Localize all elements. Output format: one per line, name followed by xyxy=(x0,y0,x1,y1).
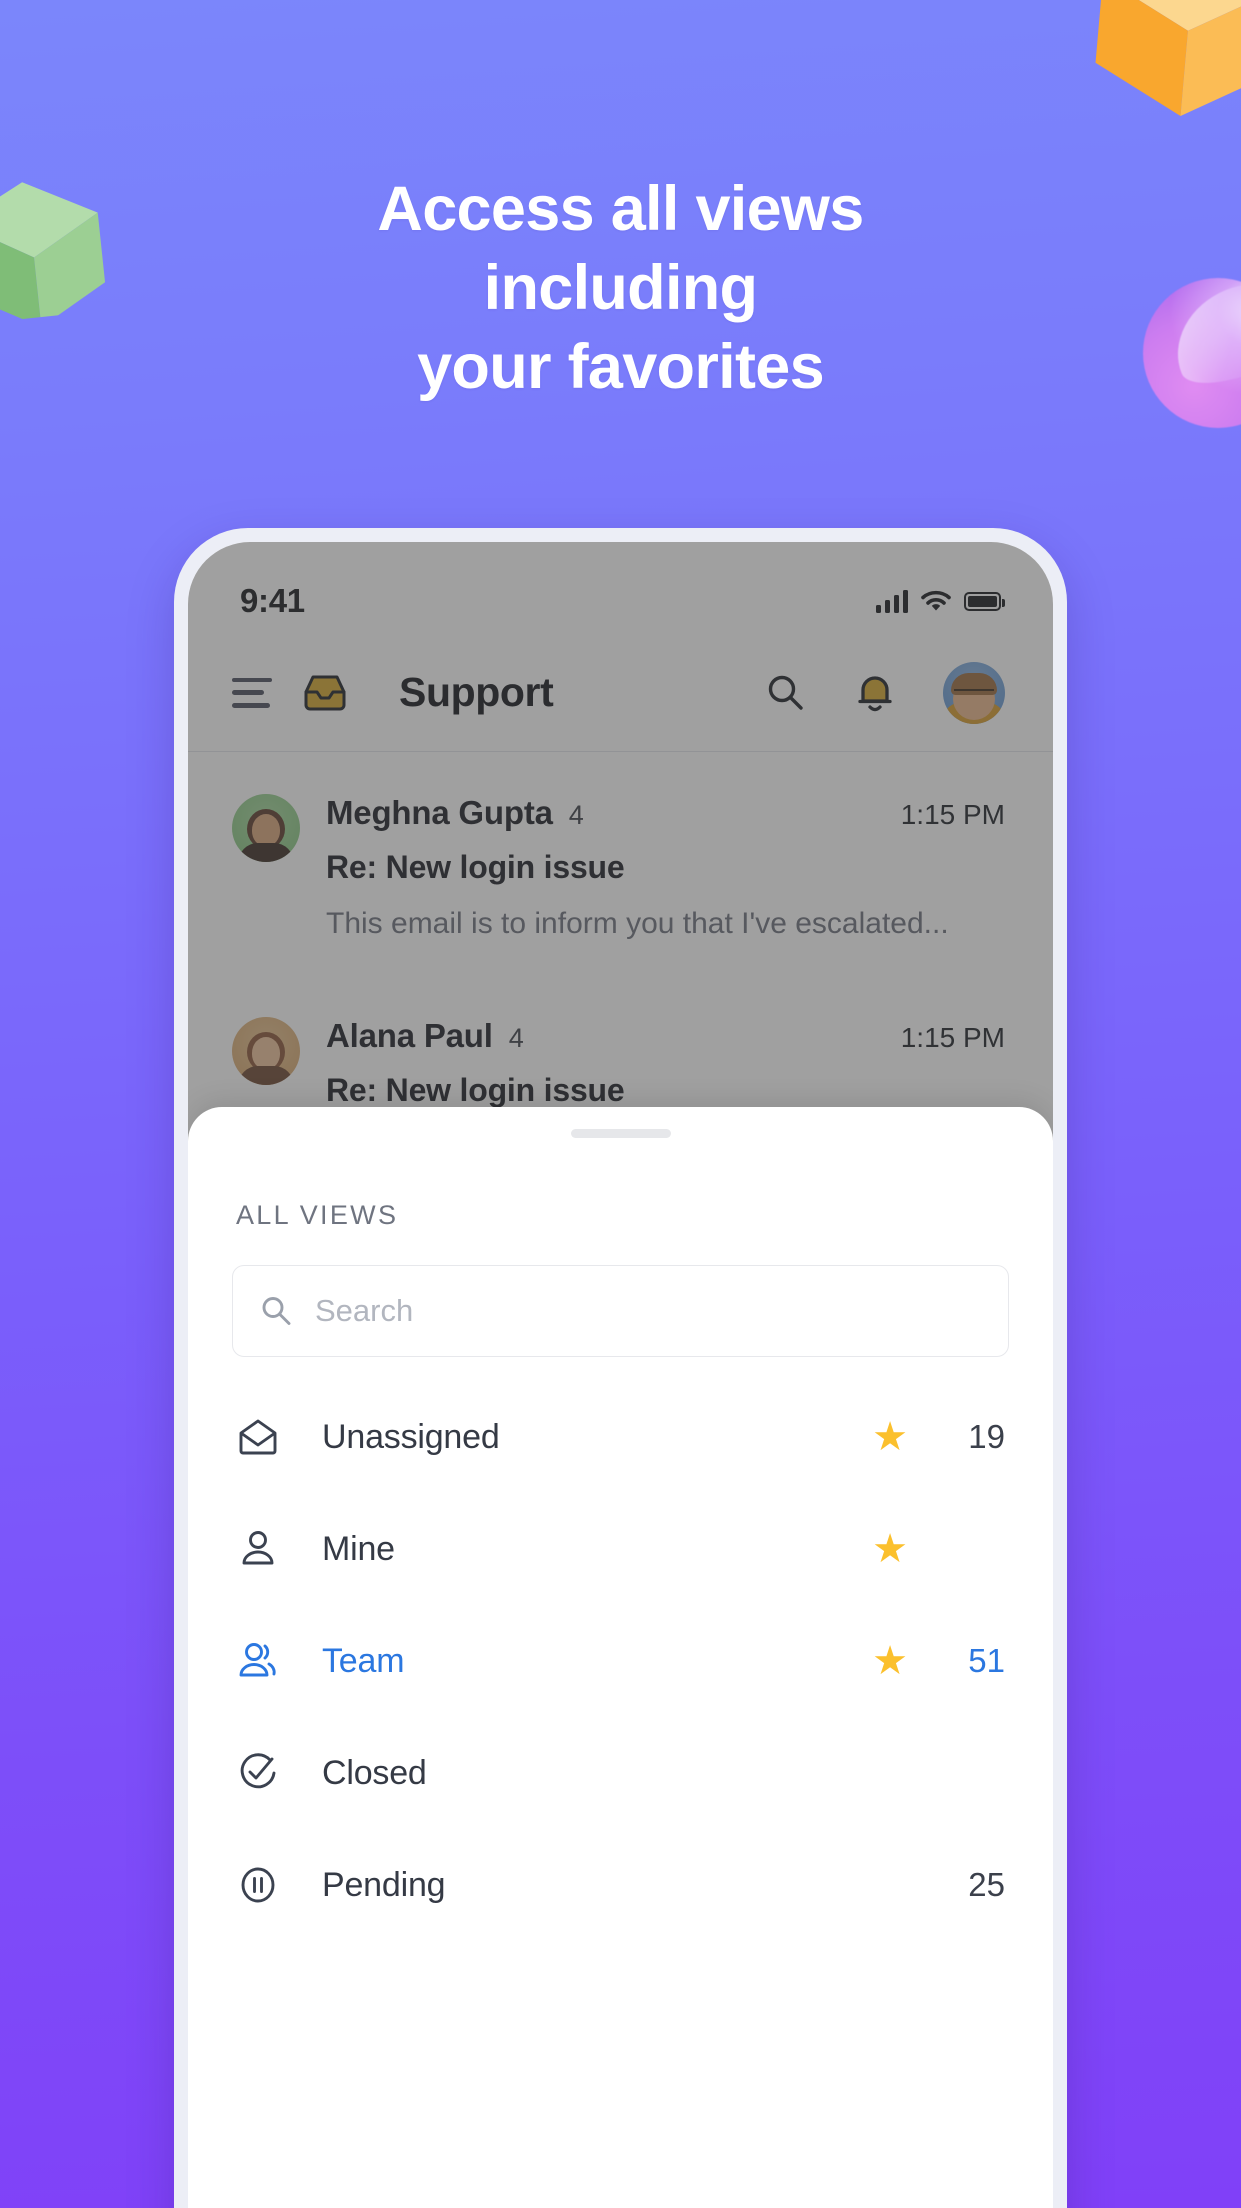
view-row-right: ★ 51 xyxy=(867,1641,1005,1681)
view-row-right: ★ xyxy=(867,1529,1005,1569)
battery-icon xyxy=(964,591,1005,611)
phone-screen: 9:41 Support Meghna Gupta 4 1:15 PM Re: … xyxy=(188,542,1053,2208)
status-bar-icons xyxy=(875,589,1005,613)
view-row-mine[interactable]: Mine ★ xyxy=(188,1493,1053,1605)
view-row-unassigned[interactable]: Unassigned ★ 19 xyxy=(188,1381,1053,1493)
app-header-right xyxy=(763,661,1005,724)
headline-line-1: Access all views xyxy=(377,174,864,244)
avatar-glasses xyxy=(954,688,994,700)
app-title: Support xyxy=(399,669,554,715)
avatar-alana xyxy=(232,1017,300,1085)
mail-sender-name: Alana Paul xyxy=(326,1017,493,1054)
status-bar: 9:41 xyxy=(188,542,1053,634)
phone-mockup: 9:41 Support Meghna Gupta 4 1:15 PM Re: … xyxy=(174,528,1067,2208)
view-label: Mine xyxy=(322,1529,395,1568)
headline-line-3: your favorites xyxy=(417,331,825,402)
open-envelope-icon xyxy=(234,1413,282,1461)
search-icon xyxy=(262,1297,291,1325)
view-count: 25 xyxy=(968,1866,1005,1903)
promo-screenshot: Access all views including your favorite… xyxy=(0,0,1241,2208)
favorite-star-icon[interactable]: ★ xyxy=(867,1417,913,1457)
favorite-star-icon[interactable]: ★ xyxy=(867,1641,913,1681)
mail-preview: This email is to inform you that I've es… xyxy=(326,907,949,940)
mail-list-item[interactable]: Meghna Gupta 4 1:15 PM Re: New login iss… xyxy=(188,752,1053,975)
view-count: 19 xyxy=(968,1418,1005,1455)
wifi-icon xyxy=(921,590,951,610)
section-label-all-views: ALL VIEWS xyxy=(236,1200,399,1230)
search-box[interactable] xyxy=(232,1265,1009,1357)
status-bar-time: 9:41 xyxy=(240,582,305,619)
search-input[interactable] xyxy=(315,1293,982,1329)
people-icon xyxy=(234,1637,282,1685)
view-label: Pending xyxy=(322,1865,446,1904)
view-row-pending[interactable]: Pending 25 xyxy=(188,1829,1053,1941)
mail-thread-count: 4 xyxy=(568,800,584,830)
signal-icon xyxy=(875,589,908,613)
pause-circle-icon xyxy=(234,1861,282,1909)
view-label: Closed xyxy=(322,1753,427,1792)
mail-thread-count: 4 xyxy=(508,1023,524,1053)
mail-timestamp: 1:15 PM xyxy=(900,799,1005,830)
hamburger-menu-icon[interactable] xyxy=(232,677,272,708)
sheet-drag-handle[interactable] xyxy=(570,1129,671,1138)
person-icon xyxy=(234,1525,282,1573)
app-header: Support xyxy=(188,634,1053,752)
orange-cube-icon xyxy=(1095,0,1241,116)
favorite-star-icon[interactable]: ★ xyxy=(867,1529,913,1569)
mail-subject: Re: New login issue xyxy=(326,1072,625,1108)
view-label: Team xyxy=(322,1641,405,1680)
view-row-right: 25 xyxy=(867,1866,1005,1904)
view-count: 51 xyxy=(968,1642,1005,1679)
view-row-team[interactable]: Team ★ 51 xyxy=(188,1605,1053,1717)
mail-sender-name: Meghna Gupta xyxy=(326,794,553,831)
notification-bell-icon[interactable] xyxy=(853,670,897,716)
all-views-bottom-sheet: ALL VIEWS Search Unassigned ★ 19 Mine ★ … xyxy=(188,1107,1053,2208)
mail-item-body: Meghna Gupta 4 1:15 PM Re: New login iss… xyxy=(326,794,1005,941)
view-row-right: ★ 19 xyxy=(867,1417,1005,1457)
headline: Access all views including your favorite… xyxy=(0,170,1241,406)
mail-item-top: Meghna Gupta 4 1:15 PM xyxy=(326,794,1005,832)
user-avatar[interactable] xyxy=(943,661,1005,724)
avatar-meghna xyxy=(232,794,300,862)
search-icon[interactable] xyxy=(763,671,807,715)
views-list: Unassigned ★ 19 Mine ★ Team ★ 51 Closed … xyxy=(188,1357,1053,1941)
headline-line-2: including xyxy=(483,252,758,323)
inbox-tray-icon xyxy=(304,675,346,710)
view-row-closed[interactable]: Closed xyxy=(188,1717,1053,1829)
mail-timestamp: 1:15 PM xyxy=(900,1022,1005,1053)
search-wrapper xyxy=(188,1231,1053,1357)
check-circle-icon xyxy=(234,1749,282,1797)
mail-item-top: Alana Paul 4 1:15 PM xyxy=(326,1017,1005,1055)
app-header-left: Support xyxy=(232,669,554,716)
view-label: Unassigned xyxy=(322,1417,500,1456)
mail-subject: Re: New login issue xyxy=(326,849,625,885)
